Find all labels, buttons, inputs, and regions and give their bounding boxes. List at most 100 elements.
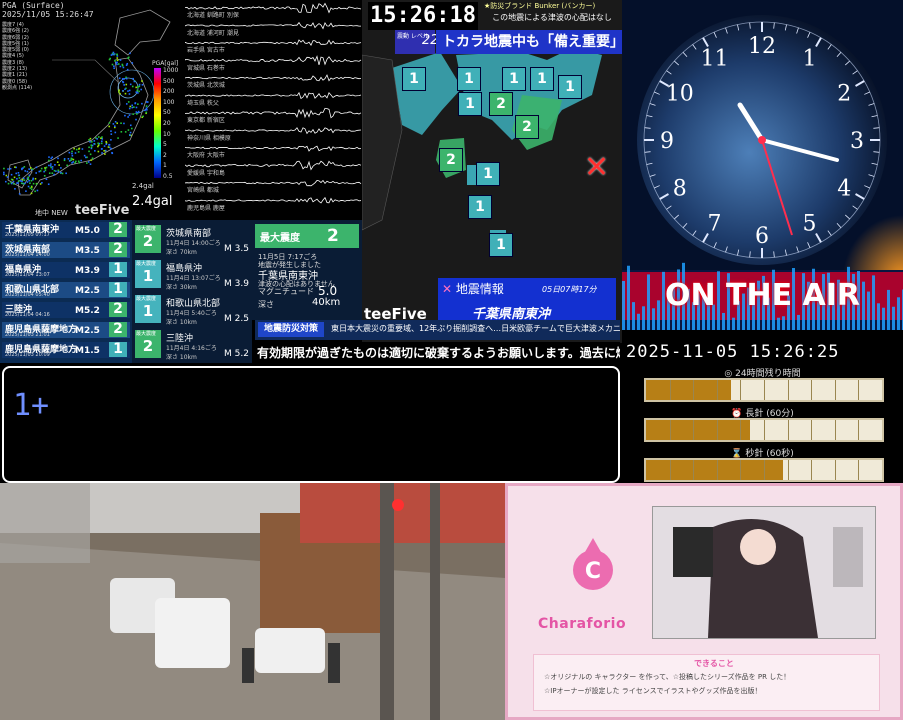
eq-shindo-badge: 2 xyxy=(109,322,127,337)
pga-scale-tick: 20 xyxy=(163,119,171,127)
ad-line-1: ☆オリジナルの キャラクター を作って、☆投稿したシリーズ作品を PR した！ xyxy=(544,673,791,681)
seismogram-label: 茨城県 北茨城 xyxy=(187,82,225,89)
max-intensity-mag-label: マグニチュード xyxy=(258,287,314,296)
earthquake-list-row[interactable]: 三陸沖 2025/11/04 04:16 M5.2 2 xyxy=(2,302,130,318)
eq-shindo-badge: 2 xyxy=(109,302,127,317)
earthquake-detail-list: 最大震度 2 茨城県南部 11月4日 14:00ごろ 深さ 70km M 3.5 最大震度 1… xyxy=(132,220,252,363)
earthquake-list-row[interactable]: 福島県沖 2025/11/04 13:07 M3.9 1 xyxy=(2,262,130,278)
eq-shindo-badge: 1 xyxy=(109,262,127,277)
progress-fill xyxy=(646,460,783,480)
intensity-marker: 2 xyxy=(489,92,513,116)
charaforio-logo-icon: C xyxy=(573,538,613,590)
pga-brand-prefix: 地中 NEW xyxy=(35,209,68,217)
detail-badge-title: 最大震度 xyxy=(136,296,157,302)
eq-magnitude: M5.2 xyxy=(75,306,100,316)
seismogram-label: 東京都 新宿区 xyxy=(187,117,225,124)
street-camera-feed xyxy=(0,483,505,720)
detail-date: 11月4日 4:16ごろ xyxy=(166,345,217,352)
detail-badge-title: 最大震度 xyxy=(136,331,157,337)
seismogram-label: 北海道 浦河町 潮見 xyxy=(187,29,239,37)
eq-magnitude: M3.9 xyxy=(75,266,100,276)
pga-scale-tick: 2 xyxy=(163,151,167,159)
intensity-marker: 1 xyxy=(502,67,526,91)
pga-scale-tick: 50 xyxy=(163,109,171,117)
analog-clock-panel: 12 1 2 3 4 5 6 7 8 9 10 11 ON THE AIR xyxy=(622,0,903,330)
charaforio-ad[interactable]: C Charaforio できること ☆オリジナルの キャラクター を作って、☆… xyxy=(505,483,903,720)
earthquake-list-row[interactable]: 千葉県南東沖 2025/11/05 07:17 M5.0 2 xyxy=(2,222,130,238)
max-intensity-value: 2 xyxy=(327,226,339,246)
earthquake-detail-card: 最大震度 1 福島県沖 11月4日 13:07ごろ 深さ 30km M 3.9 xyxy=(132,257,252,292)
pga-map-panel: PGA (Surface) 2025/11/05 15:26:47 震度7 (4… xyxy=(0,0,185,220)
detail-date: 11月4日 14:00ごろ xyxy=(166,240,221,247)
seismogram-label: 大阪府 大阪市 xyxy=(187,152,225,159)
time-progress-panel: 2025-11-05 15:26:25 ◎ 24時間残り時間 ⏰ 長針 (60分)… xyxy=(622,340,903,483)
clock-numeral: 6 xyxy=(755,224,769,249)
eq-date: 2025/11/04 13:07 xyxy=(5,272,50,278)
seismogram-label: 宮城県 石巻市 xyxy=(187,64,225,72)
progress-fill xyxy=(646,380,731,400)
pga-value: 2.4gal xyxy=(132,194,173,209)
ad-headline: できること xyxy=(694,659,734,668)
clock-numeral: 9 xyxy=(660,129,674,154)
on-air-banner: ON THE AIR xyxy=(664,278,861,313)
detail-magnitude: M 2.5 xyxy=(224,314,249,324)
earthquake-detail-card: 最大震度 2 三陸沖 11月4日 4:16ごろ 深さ 10km M 5.2 xyxy=(132,327,252,362)
intensity-marker: 1 xyxy=(458,92,482,116)
pga-scale-tick: 200 xyxy=(163,88,175,96)
quake-info-title: ✕ 地震情報 xyxy=(442,280,504,297)
clock-numeral: 3 xyxy=(850,129,864,154)
map-clock: 15:26:18 xyxy=(368,2,478,30)
eq-magnitude: M1.5 xyxy=(75,346,100,356)
clock-numeral: 8 xyxy=(673,177,687,202)
scrolling-notice-text: 有効期限が過ぎたものは適切に破棄するようお願いします。過去に爆発 xyxy=(257,346,620,360)
eq-shindo-badge: 2 xyxy=(109,242,127,257)
eq-shindo-badge: 2 xyxy=(109,222,127,237)
intensity-marker: 1 xyxy=(489,233,513,257)
eq-date: 2025/11/04 04:16 xyxy=(5,312,50,318)
max-intensity-depth-label: 深さ xyxy=(258,300,274,309)
earthquake-list-row[interactable]: 鹿児島県薩摩地方 2025/11/03 20:09 M1.5 1 xyxy=(2,342,130,358)
clock-numeral: 11 xyxy=(701,47,729,72)
seismogram-label: 神奈川県 相模原 xyxy=(187,134,231,142)
ad-feature-box: できること ☆オリジナルの キャラクター を作って、☆投稿したシリーズ作品を P… xyxy=(533,654,880,711)
quake-info-title-text: 地震情報 xyxy=(455,282,504,296)
eq-date: 2025/11/03 21:01 xyxy=(5,332,50,338)
detail-magnitude: M 3.5 xyxy=(224,244,249,254)
progress-bar xyxy=(644,418,884,442)
clock-numeral: 5 xyxy=(803,211,817,236)
detail-badge-title: 最大震度 xyxy=(136,226,157,232)
seismogram-label: 岩手県 宮古市 xyxy=(187,47,225,54)
eq-shindo-badge: 1 xyxy=(109,282,127,297)
eq-shindo-badge: 1 xyxy=(109,342,127,357)
ad-line-2: ☆IPオーナーが設定した ライセンスでイラストやグッズ作品を出版！ xyxy=(544,687,762,695)
earthquake-list-row[interactable]: 鹿児島県薩摩地方 2025/11/03 21:01 M2.5 2 xyxy=(2,322,130,338)
detail-shindo-value: 2 xyxy=(142,232,154,250)
earthquake-list-row[interactable]: 和歌山県北部 2025/11/04 05:40 M2.5 1 xyxy=(2,282,130,298)
max-intensity-depth: 40km xyxy=(312,297,341,308)
detail-badge-title: 最大震度 xyxy=(136,261,157,267)
clock-numeral: 7 xyxy=(708,211,722,236)
detail-magnitude: M 5.2 xyxy=(224,349,249,359)
seismogram-label: 愛媛県 宇和島 xyxy=(187,169,225,177)
earthquake-detail-card: 最大震度 2 茨城県南部 11月4日 14:00ごろ 深さ 70km M 3.5 xyxy=(132,222,252,257)
earthquake-list-row[interactable]: 茨城県南部 2025/11/04 14:00 M3.5 2 xyxy=(2,242,130,258)
ticker-tag: 地震防災対策 xyxy=(258,322,324,337)
detail-magnitude: M 3.9 xyxy=(224,279,249,289)
progress-bar xyxy=(644,378,884,402)
eq-date: 2025/11/04 14:00 xyxy=(5,252,50,258)
eq-magnitude: M5.0 xyxy=(75,226,100,236)
eq-magnitude: M2.5 xyxy=(75,326,100,336)
seismogram-label: 埼玉県 秩父 xyxy=(187,99,219,107)
detail-depth: 深さ 10km xyxy=(166,354,197,361)
seismogram-label: 鹿児島県 鹿屋 xyxy=(187,204,225,212)
pga-scale-tick: 500 xyxy=(163,77,175,85)
scrolling-notice: 有効期限が過ぎたものは適切に破棄するようお願いします。過去に爆発 xyxy=(255,342,620,362)
intensity-display-box: 1+ xyxy=(2,366,620,483)
detail-date: 11月4日 13:07ごろ xyxy=(166,275,221,282)
earthquake-list: 千葉県南東沖 2025/11/05 07:17 M5.0 2 茨城県南部 2025/11/… xyxy=(0,220,132,363)
detail-depth: 深さ 30km xyxy=(166,284,197,291)
progress-bar xyxy=(644,458,884,482)
pga-scale-tick: 5 xyxy=(163,141,167,149)
clock-numeral: 4 xyxy=(837,177,851,202)
detail-depth: 深さ 10km xyxy=(166,319,197,326)
